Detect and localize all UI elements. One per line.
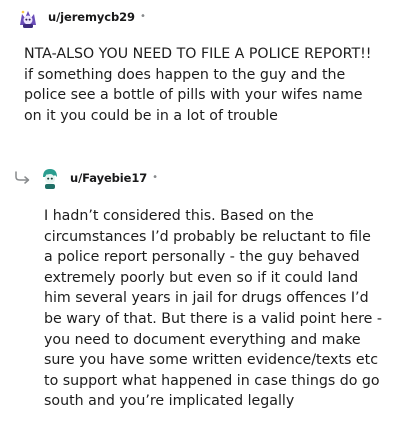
- comment-header: u/Fayebie17 •: [38, 165, 158, 191]
- reply-comment: u/Fayebie17 • I hadn’t considered this. …: [0, 160, 400, 438]
- snoo-avatar-icon[interactable]: [38, 166, 62, 190]
- separator-dot: •: [152, 172, 159, 183]
- comment: u/jeremycb29 • NTA-ALSO YOU NEED TO FILE…: [0, 0, 400, 140]
- comment-header: u/jeremycb29 •: [16, 4, 146, 30]
- snoo-avatar-icon[interactable]: [16, 5, 40, 29]
- username[interactable]: u/jeremycb29: [48, 10, 135, 24]
- username[interactable]: u/Fayebie17: [70, 171, 147, 185]
- separator-dot: •: [139, 11, 146, 22]
- reply-arrow-icon: [14, 170, 34, 189]
- comment-body: NTA-ALSO YOU NEED TO FILE A POLICE REPOR…: [24, 46, 372, 124]
- comment-body: I hadn’t considered this. Based on the c…: [44, 208, 382, 410]
